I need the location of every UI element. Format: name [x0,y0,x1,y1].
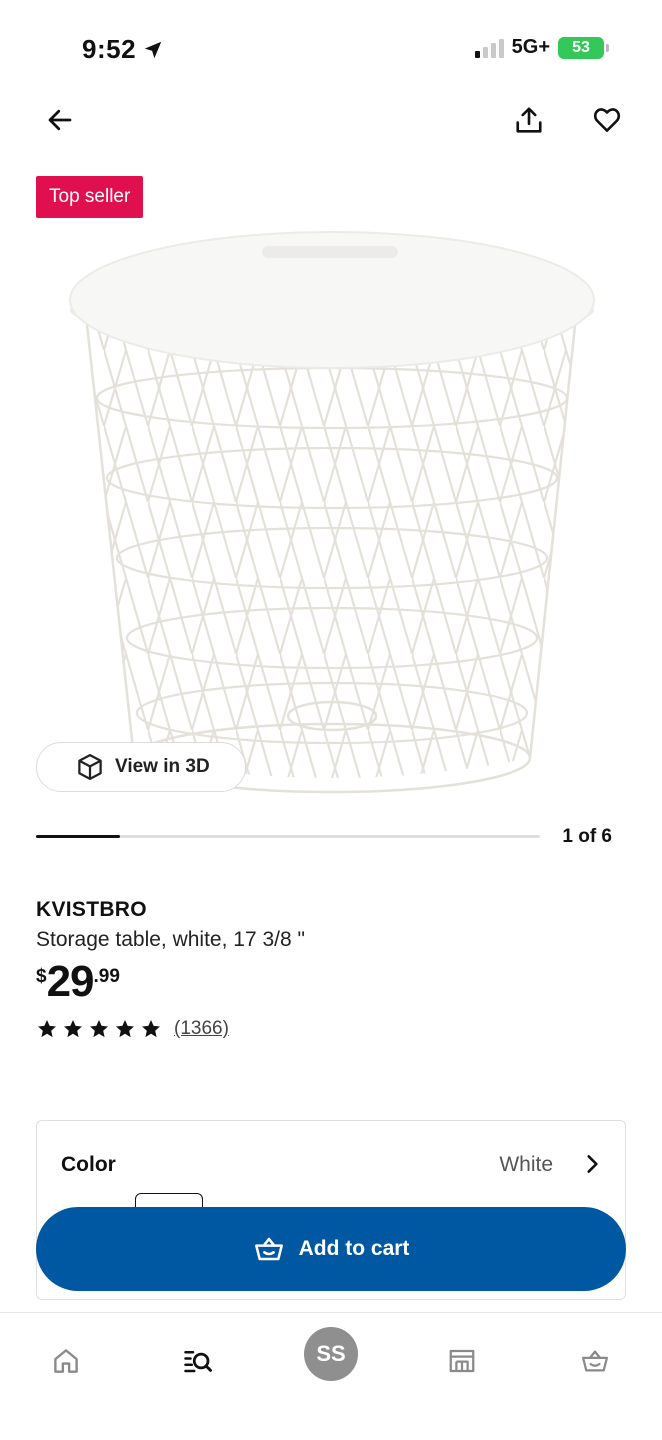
bottom-tab-bar: SS [0,1312,662,1440]
rating[interactable]: (1366) [36,1018,626,1040]
product-name: KVISTBRO [36,898,147,921]
product-image [69,231,595,794]
share-button[interactable] [509,100,549,140]
basket-icon [582,1350,608,1372]
back-button[interactable] [40,100,80,140]
location-arrow-icon [144,41,162,58]
status-time: 9:52 [82,34,164,65]
battery-level: 53 [572,38,590,56]
cube-icon [78,754,102,780]
home-icon [54,1349,78,1373]
view-in-3d-button[interactable]: View in 3D [36,742,246,792]
add-to-cart-button[interactable]: Add to cart [36,1207,626,1291]
star-icon [38,1020,56,1038]
add-to-cart-label: Add to cart [298,1237,410,1260]
pager-track[interactable] [36,835,540,838]
battery-icon: 53 [558,36,609,59]
pager-count: 1 of 6 [562,826,612,847]
avatar-initials: SS [316,1341,346,1366]
favorite-button[interactable] [587,100,627,140]
top-seller-badge: Top seller [36,176,144,218]
signal-icon [474,38,504,58]
star-icon [116,1020,134,1038]
tab-stores[interactable] [432,1331,492,1391]
review-count-link[interactable]: (1366) [174,1018,229,1040]
tab-profile-avatar[interactable]: SS [304,1327,358,1381]
star-icon [142,1020,160,1038]
product-gallery[interactable]: Top seller View in 3D [0,170,662,810]
tab-home[interactable] [36,1331,96,1391]
color-value: White [499,1153,553,1176]
product-description: Storage table, white, 17 3/8 " [36,928,305,951]
tab-search[interactable] [168,1331,228,1391]
rating-stars [36,1018,162,1040]
gallery-pager: 1 of 6 [36,826,626,850]
product-info: KVISTBRO Storage table, white, 17 3/8 " … [36,898,626,1040]
price-currency: $ [36,966,47,987]
clock-text: 9:52 [82,34,137,64]
share-icon [516,107,542,133]
top-nav [0,96,662,142]
heart-icon [593,108,621,132]
view-in-3d-label: View in 3D [115,756,210,777]
tab-cart[interactable] [565,1331,625,1391]
price-integer: 29 [46,957,95,1006]
basket-icon [254,1237,283,1261]
status-indicators: 5G+ 53 [474,36,609,59]
search-list-icon [184,1351,212,1373]
status-bar: 9:52 5G+ 53 [0,0,662,96]
star-icon [64,1020,82,1038]
product-price: $ 29 .99 [36,957,626,1006]
price-decimal: .99 [93,966,120,987]
star-icon [90,1020,108,1038]
color-label: Color [61,1153,116,1176]
chevron-right-icon [587,1155,598,1173]
pager-progress [36,835,120,838]
arrow-left-icon [48,109,72,131]
store-icon [449,1349,475,1373]
network-type: 5G+ [511,36,550,58]
